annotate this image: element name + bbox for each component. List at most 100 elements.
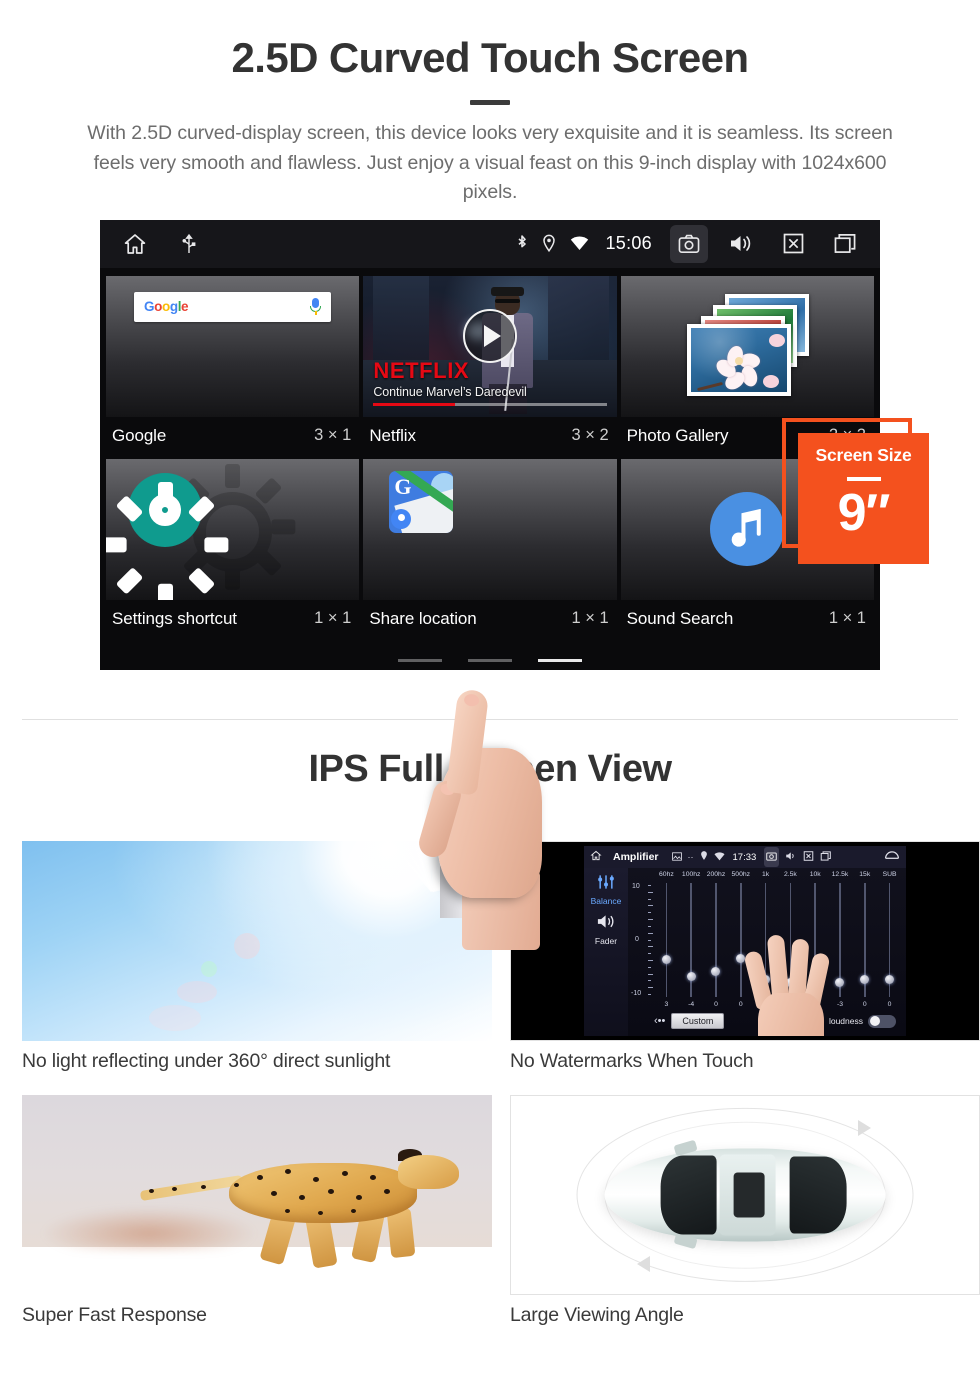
eq-value: 0 — [714, 1001, 718, 1008]
sidebar-item-balance[interactable]: Balance — [584, 896, 628, 906]
widget-tile-google[interactable]: Google Google 3 × 1 — [106, 275, 360, 455]
section-ips-full-screen-view: IPS Full Screen View No light reflecting… — [0, 748, 980, 1327]
widget-size: 1 × 1 — [828, 609, 866, 628]
eq-band-label: SUB — [882, 871, 897, 878]
usb-icon — [182, 233, 196, 255]
section-divider — [22, 719, 958, 720]
microphone-icon[interactable] — [310, 298, 322, 316]
title-underline — [470, 99, 510, 105]
badge-value: 9″ — [837, 483, 891, 542]
google-logo: Google — [144, 299, 189, 315]
eq-value: -4 — [688, 1001, 695, 1008]
previous-preset-icon[interactable]: ‹•• — [654, 1015, 665, 1027]
home-icon[interactable] — [590, 848, 602, 866]
card-caption: No Watermarks When Touch — [510, 1050, 754, 1072]
recent-apps-icon[interactable] — [820, 848, 832, 866]
page-title: 2.5D Curved Touch Screen — [231, 34, 750, 81]
eq-slider[interactable] — [679, 881, 704, 999]
netflix-widget[interactable]: NETFLIX Continue Marvel’s Daredevil — [363, 275, 617, 417]
widget-size: 1 × 1 — [571, 609, 609, 628]
google-search-bar[interactable]: Google — [134, 291, 332, 322]
sun-rays — [285, 841, 492, 1009]
wifi-icon — [713, 848, 725, 866]
volume-icon[interactable] — [722, 225, 760, 263]
location-icon — [542, 234, 556, 253]
eq-band-label: 60hz — [659, 871, 674, 878]
settings-gear-icon[interactable] — [106, 472, 228, 600]
rotation-arrow-icon — [637, 1256, 651, 1273]
google-search-widget[interactable]: Google — [106, 275, 360, 417]
widget-label-row: Sound Search 1 × 1 — [621, 600, 874, 638]
widget-tile-netflix[interactable]: NETFLIX Continue Marvel’s Daredevil Netf… — [363, 275, 617, 455]
bluetooth-icon — [516, 234, 528, 253]
widget-name: Google — [112, 425, 167, 445]
google-maps-icon[interactable]: G — [389, 470, 454, 533]
widget-picker-grid: Google Google 3 × 1 NETFLIX Continue Mar… — [100, 268, 880, 638]
volume-icon[interactable] — [785, 848, 797, 866]
lens-flare — [148, 1005, 201, 1031]
widget-label-row: Google 3 × 1 — [106, 417, 359, 455]
page-indicator[interactable] — [100, 658, 880, 662]
section-curved-touch-screen: 2.5D Curved Touch Screen With 2.5D curve… — [0, 0, 980, 950]
status-clock: 15:06 — [605, 233, 652, 254]
widget-name: Settings shortcut — [112, 608, 237, 628]
photo-gallery-widget[interactable] — [620, 275, 874, 417]
feature-card-no-watermarks: Amplifier ·· 17:33 Balance Fader 60hz 10… — [510, 841, 980, 1073]
widget-name: Netflix — [369, 425, 416, 445]
preset-button[interactable]: Custom — [671, 1013, 725, 1029]
amplifier-title: Amplifier — [613, 851, 659, 863]
home-icon[interactable] — [122, 232, 148, 256]
camera-icon[interactable] — [670, 224, 708, 263]
screen-size-badge: Screen Size 9″ — [798, 432, 929, 564]
eq-value: 0 — [887, 1001, 892, 1008]
share-location-widget[interactable]: G — [363, 458, 617, 600]
eq-band-label: 1k — [761, 871, 770, 878]
close-box-icon[interactable] — [803, 848, 814, 866]
widget-name: Share location — [369, 608, 477, 628]
scale-mid: 0 — [635, 936, 639, 943]
more-icon[interactable]: ·· — [688, 852, 694, 862]
eq-band-label: 200hz — [706, 871, 726, 878]
eq-slider[interactable] — [654, 881, 679, 999]
widget-label-row: Share location 1 × 1 — [363, 600, 616, 638]
touching-hand-illustration — [743, 933, 836, 1036]
cherry-blossom — [713, 339, 763, 392]
feature-card-viewing-angle: Large Viewing Angle — [510, 1095, 980, 1327]
eq-slider[interactable] — [852, 881, 877, 999]
page-dot-3-active[interactable] — [538, 658, 582, 662]
widget-label-row: Settings shortcut 1 × 1 — [106, 600, 359, 638]
section2-title: IPS Full Screen View — [308, 748, 672, 790]
eq-slider[interactable] — [704, 881, 729, 999]
badge-divider — [846, 476, 881, 481]
amplifier-ui: Amplifier ·· 17:33 Balance Fader 60hz 10… — [584, 846, 906, 1036]
widget-tile-settings-shortcut[interactable]: Settings shortcut 1 × 1 — [106, 458, 360, 638]
cheetah-head — [398, 1155, 460, 1189]
speaker-icon[interactable] — [595, 915, 617, 934]
eq-slider[interactable] — [877, 881, 902, 999]
sliders-icon[interactable] — [596, 875, 616, 894]
feature-card-sunlight: No light reflecting under 360° direct su… — [22, 841, 492, 1073]
settings-shortcut-widget[interactable] — [106, 458, 360, 600]
widget-tile-share-location[interactable]: G Share location 1 × 1 — [363, 458, 617, 638]
sidebar-item-fader[interactable]: Fader — [584, 936, 628, 946]
close-box-icon[interactable] — [774, 225, 812, 263]
play-button-icon[interactable] — [462, 309, 517, 364]
camera-icon[interactable] — [764, 847, 780, 867]
eq-band-label: 100hz — [681, 871, 701, 878]
widget-name: Sound Search — [626, 608, 734, 628]
card-caption: No light reflecting under 360° direct su… — [22, 1050, 391, 1072]
android-status-bar: 15:06 — [100, 219, 880, 268]
recent-apps-icon[interactable] — [826, 225, 864, 263]
loudness-toggle[interactable] — [868, 1014, 896, 1028]
card-caption: Super Fast Response — [22, 1304, 207, 1326]
device-screenshot-wrap: 15:06 Google Google 3 × 1 NETFLIX Contin… — [0, 219, 980, 950]
back-icon[interactable] — [884, 848, 900, 866]
page-dot-2[interactable] — [468, 658, 512, 662]
lens-flare — [200, 961, 217, 977]
image-icon[interactable] — [671, 848, 682, 866]
section-description: With 2.5D curved-display screen, this de… — [87, 121, 893, 204]
page-dot-1[interactable] — [398, 658, 442, 662]
music-note-icon[interactable] — [710, 492, 785, 567]
netflix-subtitle: Continue Marvel’s Daredevil — [373, 384, 527, 399]
widget-size: 3 × 2 — [571, 426, 609, 445]
